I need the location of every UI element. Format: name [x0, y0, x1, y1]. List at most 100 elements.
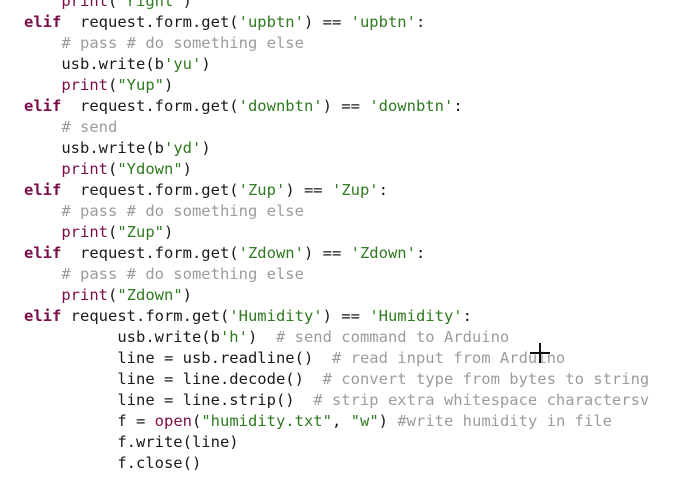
code-token: , — [331, 412, 351, 430]
code-line[interactable]: elif request.form.get('Humidity') == 'Hu… — [24, 306, 649, 327]
code-token: request.form.get( — [61, 97, 239, 115]
code-token: line = line.decode() — [24, 370, 323, 388]
string-token: "Ydown" — [117, 160, 183, 178]
code-line[interactable]: print("Ydown") — [24, 159, 649, 180]
code-token: : — [453, 97, 463, 115]
code-token: ) — [201, 55, 211, 73]
string-token: "humidity.txt" — [201, 412, 332, 430]
code-line[interactable]: line = line.decode() # convert type from… — [24, 369, 649, 390]
code-token: request.form.get( — [61, 307, 230, 325]
string-token: 'yu' — [163, 55, 202, 73]
builtin-token: print — [61, 160, 108, 178]
code-token: ( — [108, 223, 118, 241]
code-line[interactable]: # pass # do something else — [24, 33, 649, 54]
code-token: : — [415, 13, 426, 31]
code-line[interactable]: elif request.form.get('Zup') == 'Zup': — [24, 180, 649, 201]
code-line[interactable]: elif request.form.get('Zdown') == 'Zdown… — [24, 243, 649, 264]
string-token: "right" — [117, 0, 183, 10]
keyword-token: elif — [24, 13, 62, 31]
builtin-token: print — [61, 223, 108, 241]
code-token: : — [462, 307, 472, 325]
code-token: f.write(line) — [24, 433, 239, 451]
keyword-token: elif — [24, 307, 62, 325]
code-line[interactable]: elif request.form.get('downbtn') == 'dow… — [24, 96, 649, 117]
code-line[interactable]: # pass # do something else — [24, 201, 649, 222]
code-area[interactable]: print("right") elif request.form.get('upb… — [24, 0, 649, 474]
code-line[interactable]: print("right") — [24, 0, 649, 12]
code-line[interactable]: line = line.strip() # strip extra whites… — [24, 390, 649, 411]
code-token: ( — [108, 0, 118, 10]
code-token: ) == — [303, 13, 351, 31]
code-line[interactable]: # pass # do something else — [24, 264, 649, 285]
string-token: "w" — [350, 412, 379, 430]
builtin-token: print — [61, 286, 108, 304]
string-token: 'Zdown' — [238, 244, 304, 262]
code-token: ) — [378, 412, 398, 430]
keyword-token: elif — [24, 97, 62, 115]
comment-token: #write humidity in file — [397, 412, 612, 430]
string-token: 'h' — [219, 328, 248, 346]
code-token: f = — [24, 412, 155, 430]
code-line[interactable]: elif request.form.get('upbtn') == 'upbtn… — [24, 12, 649, 33]
code-token: : — [415, 244, 426, 262]
string-token: 'yd' — [163, 139, 202, 157]
code-token: line = line.strip() — [24, 391, 314, 409]
code-token: ) — [182, 0, 193, 10]
code-line[interactable]: usb.write(b'yd') — [24, 138, 649, 159]
code-token: ) — [247, 328, 276, 346]
comment-token: # send command to Arduino — [275, 328, 510, 346]
code-line[interactable]: usb.write(b'yu') — [24, 54, 649, 75]
string-token: "Yup" — [117, 76, 165, 94]
code-token: ( — [108, 76, 118, 94]
code-token: f.close() — [24, 454, 202, 472]
code-editor[interactable]: print("right") elif request.form.get('upb… — [0, 0, 683, 478]
code-token: ) == — [322, 97, 370, 115]
comment-token: # pass # do something else — [61, 202, 304, 220]
string-token: 'downbtn' — [369, 97, 454, 115]
string-token: 'Humidity' — [229, 307, 323, 325]
code-token: ) — [201, 139, 211, 157]
builtin-token: print — [61, 76, 108, 94]
crosshair-cursor-icon — [530, 343, 550, 363]
code-token: ) == — [303, 244, 351, 262]
keyword-token: elif — [24, 244, 62, 262]
string-token: 'upbtn' — [238, 13, 304, 31]
code-line[interactable]: print("Yup") — [24, 75, 649, 96]
code-token: ( — [108, 160, 118, 178]
string-token: "Zup" — [117, 223, 165, 241]
string-token: 'Zup' — [331, 181, 379, 199]
code-token: ( — [108, 286, 118, 304]
code-line[interactable]: usb.write(b'h') # send command to Arduin… — [24, 327, 649, 348]
string-token: 'downbtn' — [238, 97, 323, 115]
string-token: 'Zdown' — [350, 244, 416, 262]
code-line[interactable]: print("Zdown") — [24, 285, 649, 306]
code-token: request.form.get( — [61, 181, 239, 199]
comment-token: # strip extra whitespace charactersv — [313, 391, 650, 409]
code-line[interactable]: # send — [24, 117, 649, 138]
code-line[interactable]: f = open("humidity.txt", "w") #write hum… — [24, 411, 649, 432]
code-line[interactable]: line = usb.readline() # read input from … — [24, 348, 649, 369]
code-token: ) == — [285, 181, 332, 199]
code-token: line = usb.readline() — [24, 349, 332, 367]
code-token: : — [378, 181, 388, 199]
code-token: usb.write(b — [24, 328, 220, 346]
keyword-token: elif — [24, 181, 62, 199]
code-line[interactable]: print("Zup") — [24, 222, 649, 243]
code-line[interactable]: f.close() — [24, 453, 649, 474]
code-token: ( — [191, 412, 202, 430]
code-line[interactable]: f.write(line) — [24, 432, 649, 453]
builtin-token: print — [61, 0, 108, 10]
string-token: 'Humidity' — [369, 307, 463, 325]
comment-token: # pass # do something else — [61, 265, 304, 283]
comment-token: # convert type from bytes to string — [322, 370, 650, 388]
code-token: usb.write(b — [24, 139, 164, 157]
